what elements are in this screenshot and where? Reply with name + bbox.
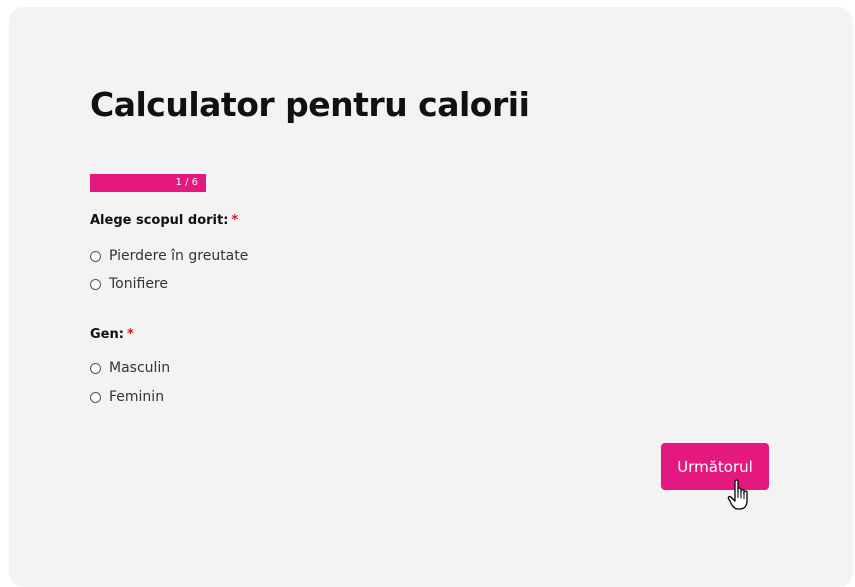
goal-question-text: Alege scopul dorit: — [90, 213, 229, 228]
radio-option-label: Masculin — [109, 360, 171, 376]
radio-option-weight-loss[interactable]: Pierdere în greutate — [90, 247, 248, 265]
radio-option-label: Feminin — [109, 389, 165, 405]
next-button[interactable]: Următorul — [661, 443, 769, 490]
form-card: Calculator pentru calorii 1 / 6 Alege sc… — [9, 7, 853, 587]
radio-button[interactable] — [90, 278, 101, 290]
hand-pointer-icon — [727, 479, 748, 510]
goal-question-label: Alege scopul dorit: * — [90, 213, 238, 228]
radio-button[interactable] — [90, 391, 101, 403]
radio-option-female[interactable]: Feminin — [90, 388, 164, 406]
radio-button[interactable] — [90, 362, 101, 374]
radio-button[interactable] — [90, 250, 101, 262]
radio-option-male[interactable]: Masculin — [90, 359, 170, 377]
gender-question-text: Gen: — [90, 327, 124, 342]
required-asterisk: * — [126, 327, 134, 342]
progress-bar: 1 / 6 — [90, 174, 206, 192]
radio-option-label: Pierdere în greutate — [109, 248, 249, 264]
radio-option-toning[interactable]: Tonifiere — [90, 275, 168, 293]
required-asterisk: * — [231, 213, 239, 228]
radio-option-label: Tonifiere — [109, 276, 168, 292]
progress-text: 1 / 6 — [175, 177, 198, 188]
gender-question-label: Gen: * — [90, 327, 134, 342]
page-title: Calculator pentru calorii — [90, 85, 530, 124]
progress-bar-fill: 1 / 6 — [90, 174, 206, 192]
